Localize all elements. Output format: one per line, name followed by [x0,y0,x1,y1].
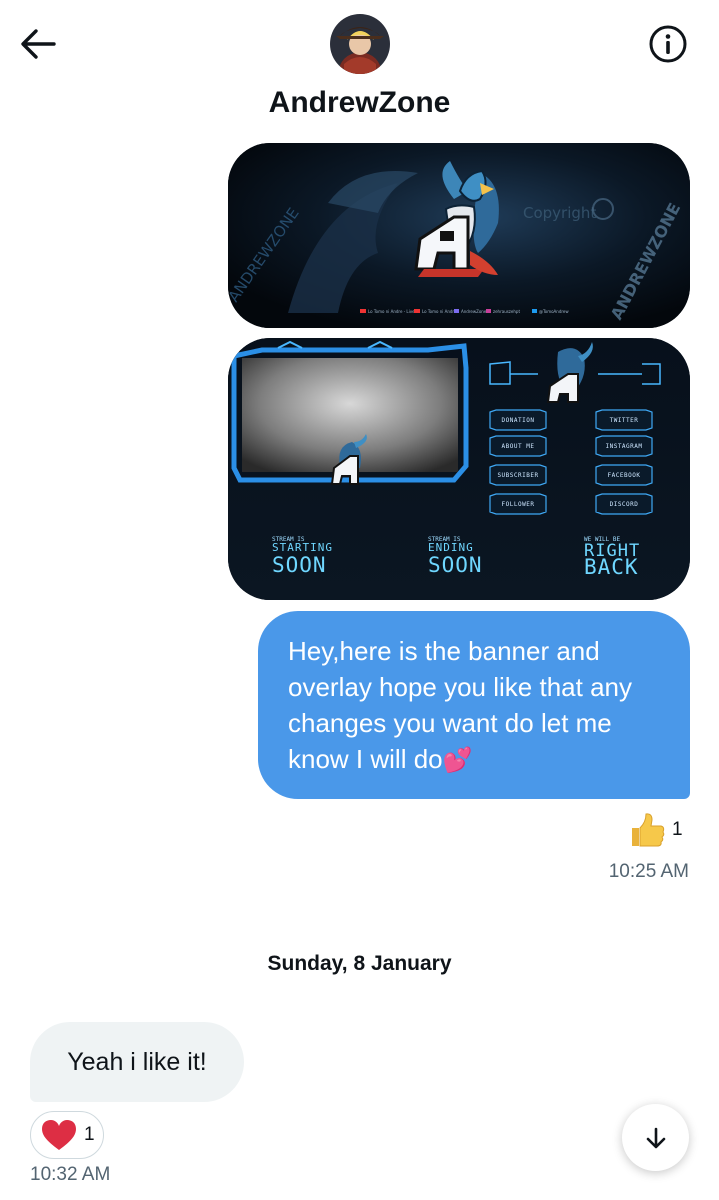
overlay-panel-label: FACEBOOK [608,472,641,479]
scroll-to-bottom-button[interactable] [622,1104,689,1171]
incoming-message-time: 10:32 AM [30,1164,111,1185]
banner-copyright: Copyright [523,204,596,222]
screen-starting-line2: SOON [272,553,327,577]
incoming-message-reaction[interactable]: 1 [30,1111,104,1159]
svg-text:zehrauszehpt: zehrauszehpt [493,309,520,314]
svg-text:Lo Tomo ni Andre - Live: Lo Tomo ni Andre - Live [368,309,415,314]
incoming-message-text: Yeah i like it! [67,1047,207,1076]
info-icon [649,25,687,63]
overlay-panel-label: FOLLOWER [502,501,535,508]
overlay-panel-left-2: SUBSCRIBER [489,464,547,486]
thumbs-up-icon [632,813,665,847]
conversation-header: AndrewZone [0,0,719,135]
overlay-panel-left-1: ABOUT ME [489,435,547,457]
overlay-panel-right-1: INSTAGRAM [595,435,653,457]
heart-icon [42,1120,76,1150]
screen-ending-line2: SOON [428,553,483,577]
screen-brb-line2: BACK [584,555,639,579]
overlay-image-attachment[interactable]: DONATION ABOUT ME SUBSCRIBER FOLLOWER TWITTE… [228,338,690,600]
svg-text:Lo Tomo ni Andre: Lo Tomo ni Andre [422,309,457,314]
outgoing-message-time: 10:25 AM [608,861,689,882]
two-hearts-emoji-icon: 💕 [442,747,473,774]
overlay-panel-label: INSTAGRAM [605,443,642,450]
banner-image-attachment[interactable]: ANDREWZONE ANDREWZONE Copyright Lo Tomo … [228,143,690,328]
overlay-panel-label: SUBSCRIBER [497,472,538,479]
overlay-panel-right-2: FACEBOOK [595,464,653,486]
overlay-panel-label: DISCORD [610,501,639,508]
overlay-panel-label: ABOUT ME [502,443,535,450]
contact-name[interactable]: AndrewZone [0,86,719,120]
overlay-panel-label: TWITTER [610,417,639,424]
svg-text:AndrewZone: AndrewZone [461,309,487,314]
back-button[interactable] [18,26,58,62]
contact-avatar[interactable] [330,14,390,74]
overlay-panel-label: DONATION [502,417,535,424]
arrow-left-icon [21,29,56,59]
outgoing-message-reaction[interactable]: 1 [626,810,683,850]
overlay-panel-right-0: TWITTER [595,409,653,431]
incoming-message-bubble[interactable]: Yeah i like it! [30,1022,244,1102]
outgoing-message-bubble[interactable]: Hey,here is the banner and overlay hope … [258,611,690,799]
outgoing-reaction-count: 1 [672,819,683,840]
overlay-panel-left-0: DONATION [489,409,547,431]
overlay-panel-right-3: DISCORD [595,493,653,515]
arrow-down-icon [646,1127,665,1148]
conversation-info-button[interactable] [647,23,689,65]
incoming-reaction-count: 1 [84,1124,95,1145]
overlay-panel-left-3: FOLLOWER [489,493,547,515]
svg-text:@TomoAndrew: @TomoAndrew [539,309,569,314]
date-separator: Sunday, 8 January [267,952,452,975]
